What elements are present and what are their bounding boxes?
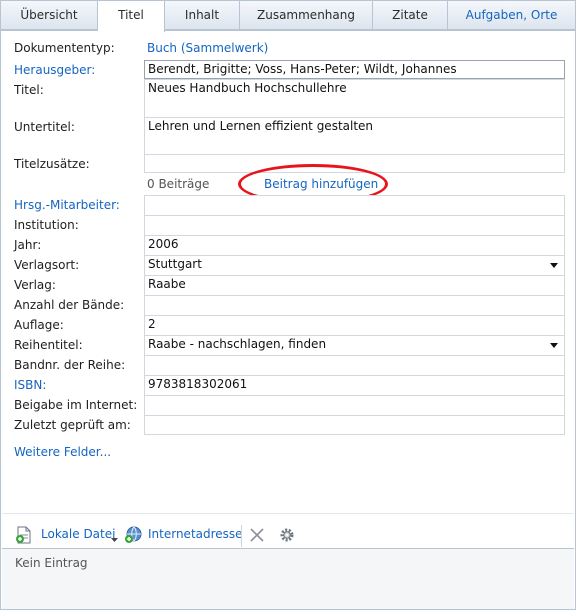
title-panel: Übersicht Titel Inhalt Zusammenhang Zita… [0,0,576,610]
label-reihentitel: Reihentitel: [14,338,83,352]
label-titel: Titel: [14,83,44,97]
jahr-field[interactable]: 2006 [144,235,565,255]
label-verlag: Verlag: [14,278,56,292]
herausgeber-field[interactable]: Berendt, Brigitte; Voss, Hans-Peter; Wil… [144,60,565,79]
jahr-value: 2006 [148,237,179,251]
label-beigabe-internet: Beigabe im Internet: [14,398,138,412]
label-institution: Institution: [14,218,79,232]
hrsg-mitarbeiter-field[interactable] [144,195,565,215]
doc-type-link[interactable]: Buch (Sammelwerk) [147,41,268,55]
gear-icon[interactable] [279,527,295,546]
label-hrsg-mitarbeiter[interactable]: Hrsg.-Mitarbeiter: [14,198,120,212]
toolbar-separator [2,513,574,514]
bandnr-reihe-field[interactable] [144,355,565,375]
tab-zusammenhang[interactable]: Zusammenhang [240,1,373,30]
verlagsort-value: Stuttgart [148,257,202,271]
doc-type-label: Dokumententyp: [14,41,115,55]
tab-inhalt[interactable]: Inhalt [165,1,240,30]
contributions-count: 0 Beiträge [147,177,210,191]
zuletzt-geprueft-field[interactable] [144,415,565,435]
label-untertitel: Untertitel: [14,120,75,134]
verlag-field[interactable]: Raabe [144,275,565,295]
label-verlagsort: Verlagsort: [14,258,80,272]
tab-underline [165,30,575,31]
tab-bar: Übersicht Titel Inhalt Zusammenhang Zita… [1,1,575,32]
beigabe-internet-field[interactable] [144,395,565,415]
tab-aufgaben-orte[interactable]: Aufgaben, Orte [448,1,575,30]
titel-value: Neues Handbuch Hochschullehre [148,81,347,95]
untertitel-value: Lehren und Lernen effizient gestalten [148,119,374,133]
label-herausgeber[interactable]: Herausgeber: [14,63,95,77]
label-bandnr-reihe: Bandnr. der Reihe: [14,358,126,372]
delete-icon[interactable] [250,528,264,545]
reihentitel-value: Raabe - nachschlagen, finden [148,337,327,351]
tab-titel[interactable]: Titel [98,1,165,32]
tab-underline [1,30,98,31]
verlagsort-field[interactable]: Stuttgart [144,255,565,275]
more-fields-link[interactable]: Weitere Felder... [14,445,111,459]
anzahl-baende-field[interactable] [144,295,565,315]
add-file-icon[interactable] [15,526,33,547]
label-anzahl-baende: Anzahl der Bände: [14,298,125,312]
label-titelzusaetze: Titelzusätze: [14,157,90,171]
label-jahr: Jahr: [14,238,42,252]
label-isbn[interactable]: ISBN: [14,378,46,392]
empty-state-text: Kein Eintrag [15,556,88,570]
reihentitel-field[interactable]: Raabe - nachschlagen, finden [144,335,565,355]
isbn-value: 9783818302061 [148,377,248,391]
auflage-field[interactable]: 2 [144,315,565,335]
attachment-toolbar: Lokale Datei Internetadresse [1,521,575,549]
auflage-value: 2 [148,317,156,331]
chevron-down-icon[interactable] [550,263,558,268]
toolbar-divider [241,525,242,547]
add-link-icon[interactable] [124,526,142,547]
untertitel-field[interactable]: Lehren und Lernen effizient gestalten [144,117,565,154]
isbn-field[interactable]: 9783818302061 [144,375,565,395]
verlag-value: Raabe [148,277,186,291]
caret-down-icon[interactable] [111,532,118,546]
tab-uebersicht[interactable]: Übersicht [1,1,98,30]
titel-field[interactable]: Neues Handbuch Hochschullehre [144,79,565,117]
attachment-list: Kein Eintrag [2,549,574,609]
label-auflage: Auflage: [14,318,64,332]
tab-zitate[interactable]: Zitate [373,1,448,30]
label-zuletzt-geprueft: Zuletzt geprüft am: [14,418,131,432]
internet-address-button[interactable]: Internetadresse [148,527,243,541]
chevron-down-icon[interactable] [550,343,558,348]
herausgeber-value: Berendt, Brigitte; Voss, Hans-Peter; Wil… [148,62,457,76]
institution-field[interactable] [144,215,565,235]
local-file-button[interactable]: Lokale Datei [41,527,115,541]
